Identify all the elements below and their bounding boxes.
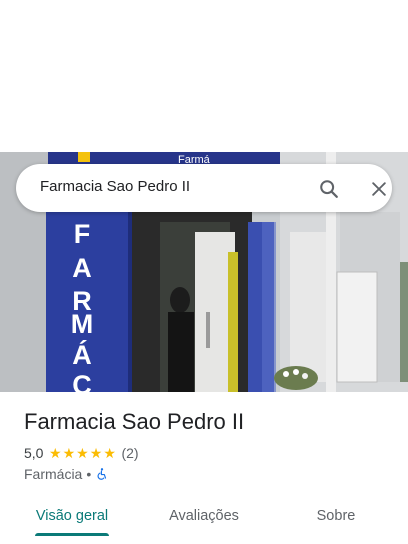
- close-icon: [372, 182, 386, 196]
- active-tab-indicator: [35, 533, 109, 536]
- category-row: Farmácia •: [24, 465, 109, 483]
- close-button[interactable]: [365, 175, 393, 203]
- wheelchair-accessible-icon: [97, 468, 107, 480]
- tab-label: Sobre: [316, 508, 356, 524]
- rating-row[interactable]: 5,0 ★ ★ ★ ★ ★ (2): [24, 444, 139, 462]
- search-bar[interactable]: Farmacia Sao Pedro II: [16, 164, 392, 212]
- place-category: Farmácia: [24, 466, 83, 482]
- star-icon: ★: [103, 445, 116, 461]
- tab-label: Avaliações: [169, 508, 239, 524]
- sign-letter: C: [72, 370, 92, 392]
- star-icon: ★: [62, 445, 76, 461]
- sign-letter: F: [74, 219, 91, 249]
- star-icon: ★: [76, 445, 89, 461]
- tab-overview[interactable]: Visão geral: [24, 496, 120, 536]
- sign-letter: A: [72, 253, 92, 283]
- place-title: Farmacia Sao Pedro II: [24, 409, 245, 434]
- sign-letter: Á: [72, 339, 92, 370]
- search-icon: [320, 180, 338, 198]
- star-icon: ★: [89, 445, 103, 461]
- separator-dot: •: [86, 466, 92, 482]
- search-input[interactable]: Farmacia Sao Pedro II: [40, 178, 190, 195]
- star-icon: ★: [48, 445, 62, 461]
- rating-value: 5,0: [24, 445, 44, 461]
- review-count[interactable]: (2): [121, 445, 138, 461]
- search-button[interactable]: [315, 175, 343, 203]
- tab-reviews[interactable]: Avaliações: [154, 496, 254, 536]
- tab-about[interactable]: Sobre: [296, 496, 376, 536]
- map-area-blank: [0, 0, 408, 152]
- tab-label: Visão geral: [35, 508, 109, 524]
- star-rating: ★ ★ ★ ★ ★: [48, 446, 116, 460]
- place-tabs: Visão geral Avaliações Sobre: [0, 496, 408, 544]
- sign-letter: M: [71, 309, 94, 339]
